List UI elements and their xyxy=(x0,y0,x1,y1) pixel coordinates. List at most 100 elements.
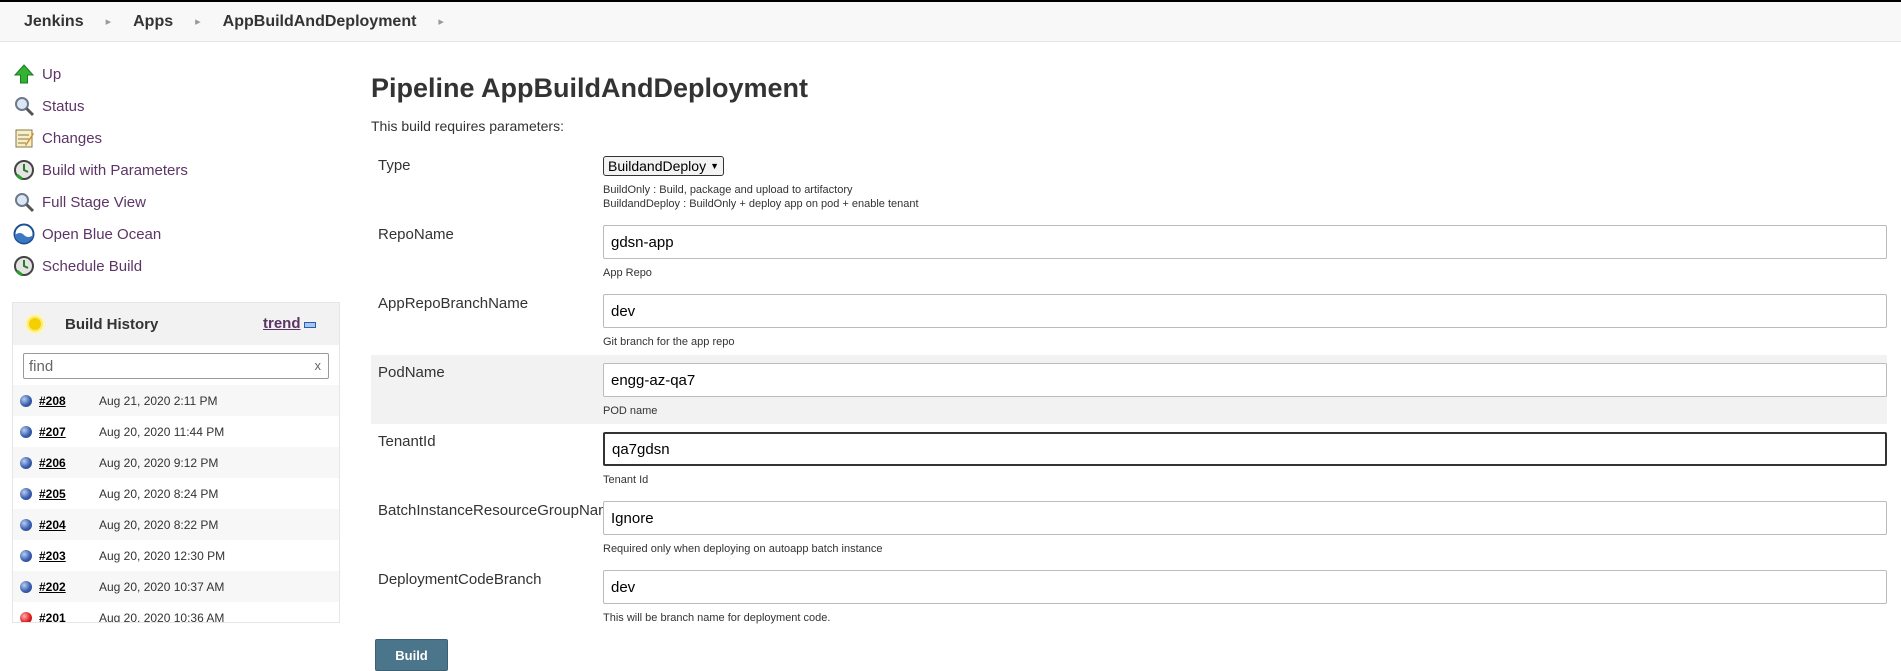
param-field: POD name xyxy=(603,363,1887,418)
breadcrumb-chevron-icon[interactable]: ▸ xyxy=(438,15,444,28)
param-desc: Git branch for the app repo xyxy=(603,336,735,348)
param-desc-type: BuildOnly : Build, package and upload to… xyxy=(603,183,1887,211)
param-label: RepoName xyxy=(378,226,454,243)
main-content: Pipeline AppBuildAndDeployment This buil… xyxy=(371,42,1887,671)
param-desc: Required only when deploying on autoapp … xyxy=(603,543,883,555)
magnifier-icon[interactable] xyxy=(12,94,36,118)
param-row-app-repo-branch-name: AppRepoBranchName Git branch for the app… xyxy=(371,286,1887,355)
build-status-ball-icon[interactable] xyxy=(20,456,32,469)
build-date[interactable]: Aug 21, 2020 2:11 PM xyxy=(99,394,218,408)
breadcrumb-apps[interactable]: Apps xyxy=(133,13,173,31)
build-status-ball-icon[interactable] xyxy=(20,580,32,593)
task-open-blue-ocean-link[interactable]: Open Blue Ocean xyxy=(42,226,161,243)
param-row-tenantid: TenantId Tenant Id xyxy=(371,424,1887,493)
param-desc: POD name xyxy=(603,405,658,417)
clear-search-icon[interactable]: x xyxy=(315,358,322,373)
param-label: BatchInstanceResourceGroupName xyxy=(378,502,619,519)
build-status-ball-icon[interactable] xyxy=(20,549,32,562)
reponame-input[interactable] xyxy=(603,225,1887,259)
task-build-with-parameters-link[interactable]: Build with Parameters xyxy=(42,162,188,179)
task-status-link[interactable]: Status xyxy=(42,98,85,115)
build-number-link[interactable]: #206 xyxy=(39,456,99,470)
build-row: #204 Aug 20, 2020 8:22 PM xyxy=(13,509,339,540)
batch-instance-resource-group-name-input[interactable] xyxy=(603,501,1887,535)
breadcrumb-jenkins[interactable]: Jenkins xyxy=(24,13,84,31)
param-label-type: Type xyxy=(378,157,411,174)
breadcrumb-chevron-icon[interactable]: ▸ xyxy=(106,15,112,28)
build-row: #206 Aug 20, 2020 9:12 PM xyxy=(13,447,339,478)
build-row: #207 Aug 20, 2020 11:44 PM xyxy=(13,416,339,447)
build-number-link[interactable]: #204 xyxy=(39,518,99,532)
param-desc: This will be branch name for deployment … xyxy=(603,612,831,624)
build-date[interactable]: Aug 20, 2020 8:24 PM xyxy=(99,487,218,501)
magnifier-icon[interactable] xyxy=(12,190,36,214)
breadcrumb-job[interactable]: AppBuildAndDeployment xyxy=(223,13,417,31)
podname-input[interactable] xyxy=(603,363,1887,397)
app-repo-branch-name-input[interactable] xyxy=(603,294,1887,328)
build-number-link[interactable]: #203 xyxy=(39,549,99,563)
param-field: This will be branch name for deployment … xyxy=(603,570,1887,625)
param-row-reponame: RepoName App Repo xyxy=(371,217,1887,286)
build-number-link[interactable]: #205 xyxy=(39,487,99,501)
param-field: Git branch for the app repo xyxy=(603,294,1887,349)
build-status-ball-icon[interactable] xyxy=(20,425,32,438)
build-search-input[interactable] xyxy=(23,353,329,379)
chevron-down-icon: ▼ xyxy=(710,161,719,171)
task-up[interactable]: Up xyxy=(12,58,345,90)
task-up-link[interactable]: Up xyxy=(42,66,61,83)
param-desc-type-line-2: BuildandDeploy : BuildOnly + deploy app … xyxy=(603,198,919,210)
build-date[interactable]: Aug 20, 2020 10:36 AM xyxy=(99,611,224,623)
task-schedule-build[interactable]: Schedule Build xyxy=(12,250,345,282)
notepad-icon[interactable] xyxy=(12,126,36,150)
build-button[interactable]: Build xyxy=(375,639,448,671)
blue-ocean-icon[interactable] xyxy=(12,222,36,246)
param-field: Tenant Id xyxy=(603,432,1887,487)
build-row: #202 Aug 20, 2020 10:37 AM xyxy=(13,571,339,602)
type-select[interactable]: BuildandDeploy ▼ xyxy=(603,156,724,176)
param-row-podname: PodName POD name xyxy=(371,355,1887,424)
task-full-stage-view-link[interactable]: Full Stage View xyxy=(42,194,146,211)
task-changes-link[interactable]: Changes xyxy=(42,130,102,147)
build-date[interactable]: Aug 20, 2020 10:37 AM xyxy=(99,580,224,594)
parameters-intro: This build requires parameters: xyxy=(371,118,564,134)
build-date[interactable]: Aug 20, 2020 9:12 PM xyxy=(99,456,218,470)
task-status[interactable]: Status xyxy=(12,90,345,122)
task-changes[interactable]: Changes xyxy=(12,122,345,154)
build-number-link[interactable]: #207 xyxy=(39,425,99,439)
build-number-link[interactable]: #202 xyxy=(39,580,99,594)
tenantid-input[interactable] xyxy=(603,432,1887,466)
build-row: #205 Aug 20, 2020 8:24 PM xyxy=(13,478,339,509)
clock-icon[interactable] xyxy=(12,254,36,278)
task-build-with-parameters[interactable]: Build with Parameters xyxy=(12,154,345,186)
breadcrumb: Jenkins ▸ Apps ▸ AppBuildAndDeployment ▸ xyxy=(0,2,1901,42)
build-history-header: Build History trend xyxy=(13,303,339,345)
trend-link[interactable]: trend xyxy=(263,315,301,332)
build-date[interactable]: Aug 20, 2020 11:44 PM xyxy=(99,425,224,439)
up-arrow-icon[interactable] xyxy=(12,62,36,86)
deployment-code-branch-input[interactable] xyxy=(603,570,1887,604)
build-row: #203 Aug 20, 2020 12:30 PM xyxy=(13,540,339,571)
param-desc: Tenant Id xyxy=(603,474,649,486)
sidebar: Up Status Changes Build with Parameters xyxy=(0,42,345,623)
task-schedule-build-link[interactable]: Schedule Build xyxy=(42,258,142,275)
build-status-ball-icon[interactable] xyxy=(20,611,32,622)
page-title: Pipeline AppBuildAndDeployment xyxy=(371,73,809,103)
build-status-ball-icon[interactable] xyxy=(20,394,32,407)
build-row: #201 Aug 20, 2020 10:36 AM xyxy=(13,602,339,623)
task-full-stage-view[interactable]: Full Stage View xyxy=(12,186,345,218)
breadcrumb-chevron-icon[interactable]: ▸ xyxy=(195,15,201,28)
build-number-link[interactable]: #201 xyxy=(39,611,99,623)
build-date[interactable]: Aug 20, 2020 8:22 PM xyxy=(99,518,218,532)
build-status-ball-icon[interactable] xyxy=(20,518,32,531)
build-history-panel: Build History trend x #208 Aug 21, 2020 … xyxy=(12,302,340,623)
parameters-form: Type BuildandDeploy ▼ BuildOnly : Build,… xyxy=(371,148,1887,631)
clock-icon[interactable] xyxy=(12,158,36,182)
param-field: App Repo xyxy=(603,225,1887,280)
build-number-link[interactable]: #208 xyxy=(39,394,99,408)
trend-graph-icon[interactable] xyxy=(304,322,316,328)
task-open-blue-ocean[interactable]: Open Blue Ocean xyxy=(12,218,345,250)
param-label: DeploymentCodeBranch xyxy=(378,571,542,588)
build-search-row: x xyxy=(13,345,339,385)
build-date[interactable]: Aug 20, 2020 12:30 PM xyxy=(99,549,225,563)
build-status-ball-icon[interactable] xyxy=(20,487,32,500)
